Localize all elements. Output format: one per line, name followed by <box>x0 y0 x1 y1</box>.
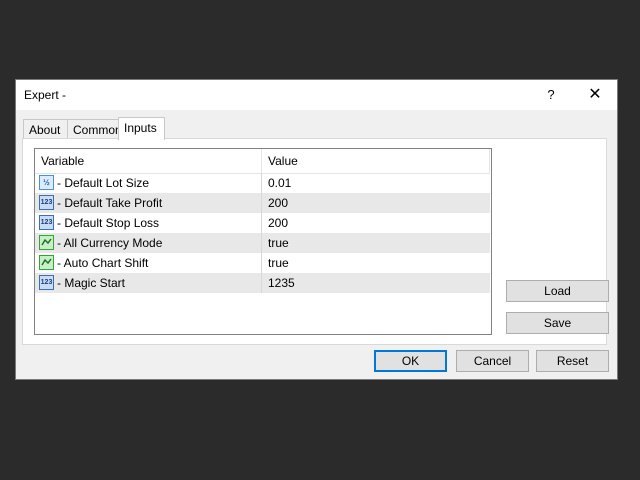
column-header-variable[interactable]: Variable <box>35 149 262 173</box>
fraction-icon: ½ <box>39 175 54 190</box>
variable-value[interactable]: true <box>268 233 289 253</box>
variable-value[interactable]: 0.01 <box>268 173 291 193</box>
inputs-list[interactable]: Variable Value ½ - Default Lot Size 0.01… <box>34 148 492 335</box>
variable-value[interactable]: 200 <box>268 213 288 233</box>
ok-button[interactable]: OK <box>374 350 447 372</box>
table-row[interactable]: - Auto Chart Shift true <box>35 253 490 273</box>
value-cell[interactable]: true <box>261 233 490 253</box>
variable-cell: 123 - Magic Start <box>37 273 261 293</box>
load-button[interactable]: Load <box>506 280 609 302</box>
variable-cell: 123 - Default Stop Loss <box>37 213 261 233</box>
value-cell[interactable]: 200 <box>261 213 490 233</box>
table-row[interactable]: 123 - Default Stop Loss 200 <box>35 213 490 233</box>
value-cell[interactable]: true <box>261 253 490 273</box>
tab-common[interactable]: Common <box>67 119 122 139</box>
variable-value[interactable]: 200 <box>268 193 288 213</box>
variable-name: - Default Stop Loss <box>57 216 160 230</box>
boolean-icon <box>39 235 54 250</box>
value-cell[interactable]: 200 <box>261 193 490 213</box>
inputs-tab-panel: Variable Value ½ - Default Lot Size 0.01… <box>22 138 609 345</box>
number-icon: 123 <box>39 275 54 290</box>
window-title: Expert - <box>24 88 67 102</box>
variable-name: - Auto Chart Shift <box>57 256 149 270</box>
table-row[interactable]: ½ - Default Lot Size 0.01 <box>35 173 490 193</box>
title-bar: Expert - ? ✕ <box>16 80 617 110</box>
variable-name: - All Currency Mode <box>57 236 163 250</box>
number-icon: 123 <box>39 215 54 230</box>
column-header-value[interactable]: Value <box>262 149 490 173</box>
variable-cell: ½ - Default Lot Size <box>37 173 261 193</box>
table-row[interactable]: 123 - Default Take Profit 200 <box>35 193 490 213</box>
tab-inputs[interactable]: Inputs <box>118 117 165 140</box>
variable-name: - Magic Start <box>57 276 126 290</box>
reset-button[interactable]: Reset <box>536 350 609 372</box>
variable-value[interactable]: 1235 <box>268 273 295 293</box>
save-button[interactable]: Save <box>506 312 609 334</box>
table-row[interactable]: 123 - Magic Start 1235 <box>35 273 490 293</box>
value-cell[interactable]: 0.01 <box>261 173 490 193</box>
variable-name: - Default Lot Size <box>57 176 150 190</box>
table-row[interactable]: - All Currency Mode true <box>35 233 490 253</box>
variable-cell: - Auto Chart Shift <box>37 253 261 273</box>
close-button[interactable]: ✕ <box>582 83 608 107</box>
boolean-icon <box>39 255 54 270</box>
variable-cell: - All Currency Mode <box>37 233 261 253</box>
expert-dialog: Expert - ? ✕ About Common Inputs Variabl… <box>15 79 618 380</box>
value-cell[interactable]: 1235 <box>261 273 490 293</box>
number-icon: 123 <box>39 195 54 210</box>
cancel-button[interactable]: Cancel <box>456 350 529 372</box>
variable-name: - Default Take Profit <box>57 196 163 210</box>
list-header: Variable Value <box>35 149 490 174</box>
tab-about[interactable]: About <box>23 119 68 139</box>
help-button[interactable]: ? <box>540 83 562 107</box>
variable-cell: 123 - Default Take Profit <box>37 193 261 213</box>
variable-value[interactable]: true <box>268 253 289 273</box>
